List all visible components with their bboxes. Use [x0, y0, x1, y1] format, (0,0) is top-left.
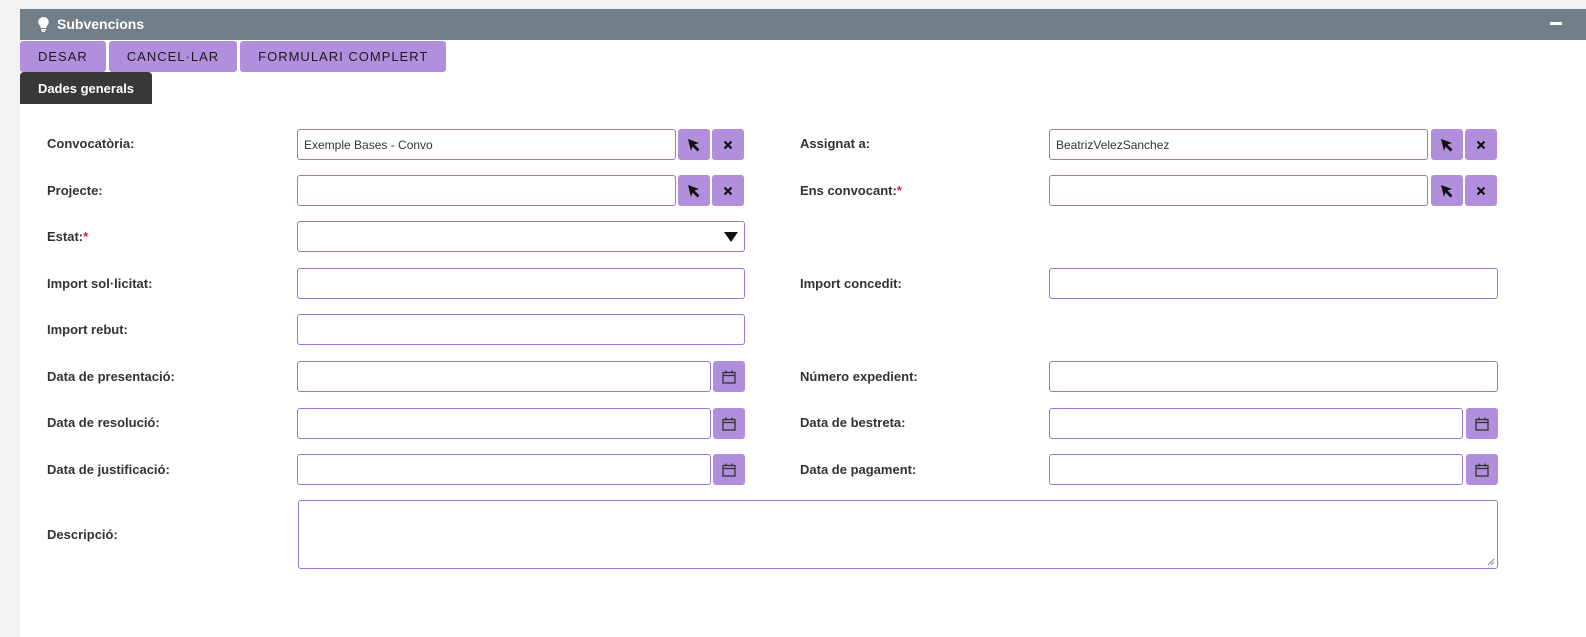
data-justificacio-calendar-button[interactable] — [713, 454, 745, 485]
data-pagament-label: Data de pagament: — [800, 462, 917, 477]
resize-handle-icon[interactable] — [1487, 558, 1495, 566]
arrow-cursor-icon — [1441, 138, 1453, 151]
close-icon — [723, 186, 733, 195]
ens-convocant-select-button[interactable] — [1431, 175, 1463, 206]
cancel-button[interactable]: CANCEL·LAR — [108, 41, 238, 72]
subvencions-panel: Subvencions DESAR CANCEL·LAR FORMULARI C… — [20, 9, 1586, 637]
close-icon — [1476, 140, 1486, 149]
data-bestreta-calendar-button[interactable] — [1466, 408, 1498, 439]
data-presentacio-calendar-button[interactable] — [713, 361, 745, 392]
data-justificacio-label: Data de justificació: — [47, 462, 170, 477]
data-pagament-calendar-button[interactable] — [1466, 454, 1498, 485]
numero-expedient-label: Número expedient: — [800, 369, 918, 384]
required-marker: * — [83, 229, 89, 244]
data-pagament-field[interactable] — [1049, 454, 1463, 485]
full-form-button[interactable]: FORMULARI COMPLERT — [240, 41, 447, 72]
data-justificacio-field[interactable] — [297, 454, 711, 485]
calendar-icon — [722, 370, 736, 384]
assignat-field[interactable]: BeatrizVelezSanchez — [1049, 129, 1428, 160]
data-presentacio-field[interactable] — [297, 361, 711, 392]
tab-dades-generals[interactable]: Dades generals — [20, 72, 152, 104]
calendar-icon — [722, 417, 736, 431]
convocatoria-label: Convocatòria: — [47, 136, 135, 151]
data-bestreta-label: Data de bestreta: — [800, 415, 906, 430]
data-resolucio-field[interactable] — [297, 408, 711, 439]
calendar-icon — [1475, 463, 1489, 477]
assignat-select-button[interactable] — [1431, 129, 1463, 160]
data-resolucio-calendar-button[interactable] — [713, 408, 745, 439]
panel-header: Subvencions — [20, 9, 1586, 40]
descripcio-label: Descripció: — [47, 527, 118, 542]
data-presentacio-label: Data de presentació: — [47, 369, 175, 384]
convocatoria-value: Exemple Bases - Convo — [304, 137, 433, 152]
ens-convocant-clear-button[interactable] — [1465, 175, 1497, 206]
import-rebut-field[interactable] — [297, 314, 745, 345]
import-concedit-field[interactable] — [1049, 268, 1498, 299]
close-icon — [1476, 186, 1486, 195]
assignat-label: Assignat a: — [800, 136, 871, 151]
assignat-clear-button[interactable] — [1465, 129, 1497, 160]
import-sollicitat-label: Import sol·licitat: — [47, 276, 153, 291]
estat-label-text: Estat: — [47, 229, 84, 244]
descripcio-textarea[interactable] — [298, 500, 1498, 569]
close-icon — [723, 140, 733, 149]
import-concedit-label: Import concedit: — [800, 276, 902, 291]
projecte-field[interactable] — [297, 175, 676, 206]
panel-title: Subvencions — [57, 16, 145, 32]
convocatoria-select-button[interactable] — [678, 129, 710, 160]
action-bar: DESAR CANCEL·LAR FORMULARI COMPLERT — [20, 41, 447, 72]
lightbulb-icon — [38, 17, 49, 32]
projecte-clear-button[interactable] — [712, 175, 744, 206]
projecte-label: Projecte: — [47, 183, 103, 198]
data-resolucio-label: Data de resolució: — [47, 415, 160, 430]
arrow-cursor-icon — [688, 184, 700, 197]
arrow-cursor-icon — [688, 138, 700, 151]
calendar-icon — [1475, 417, 1489, 431]
dropdown-arrow-icon — [724, 232, 738, 242]
projecte-select-button[interactable] — [678, 175, 710, 206]
convocatoria-field[interactable]: Exemple Bases - Convo — [297, 129, 676, 160]
ens-convocant-label-text: Ens convocant: — [800, 183, 897, 198]
import-rebut-label: Import rebut: — [47, 322, 128, 337]
ens-convocant-label: Ens convocant:* — [800, 183, 902, 199]
data-bestreta-field[interactable] — [1049, 408, 1463, 439]
estat-label: Estat:* — [47, 229, 88, 245]
calendar-icon — [722, 463, 736, 477]
estat-select[interactable] — [297, 221, 745, 252]
arrow-cursor-icon — [1441, 184, 1453, 197]
import-sollicitat-field[interactable] — [297, 268, 745, 299]
collapse-button[interactable] — [1550, 22, 1562, 25]
assignat-value: BeatrizVelezSanchez — [1056, 137, 1170, 152]
numero-expedient-field[interactable] — [1049, 361, 1498, 392]
required-marker: * — [896, 183, 902, 198]
save-button[interactable]: DESAR — [20, 41, 106, 72]
convocatoria-clear-button[interactable] — [712, 129, 744, 160]
ens-convocant-field[interactable] — [1049, 175, 1428, 206]
